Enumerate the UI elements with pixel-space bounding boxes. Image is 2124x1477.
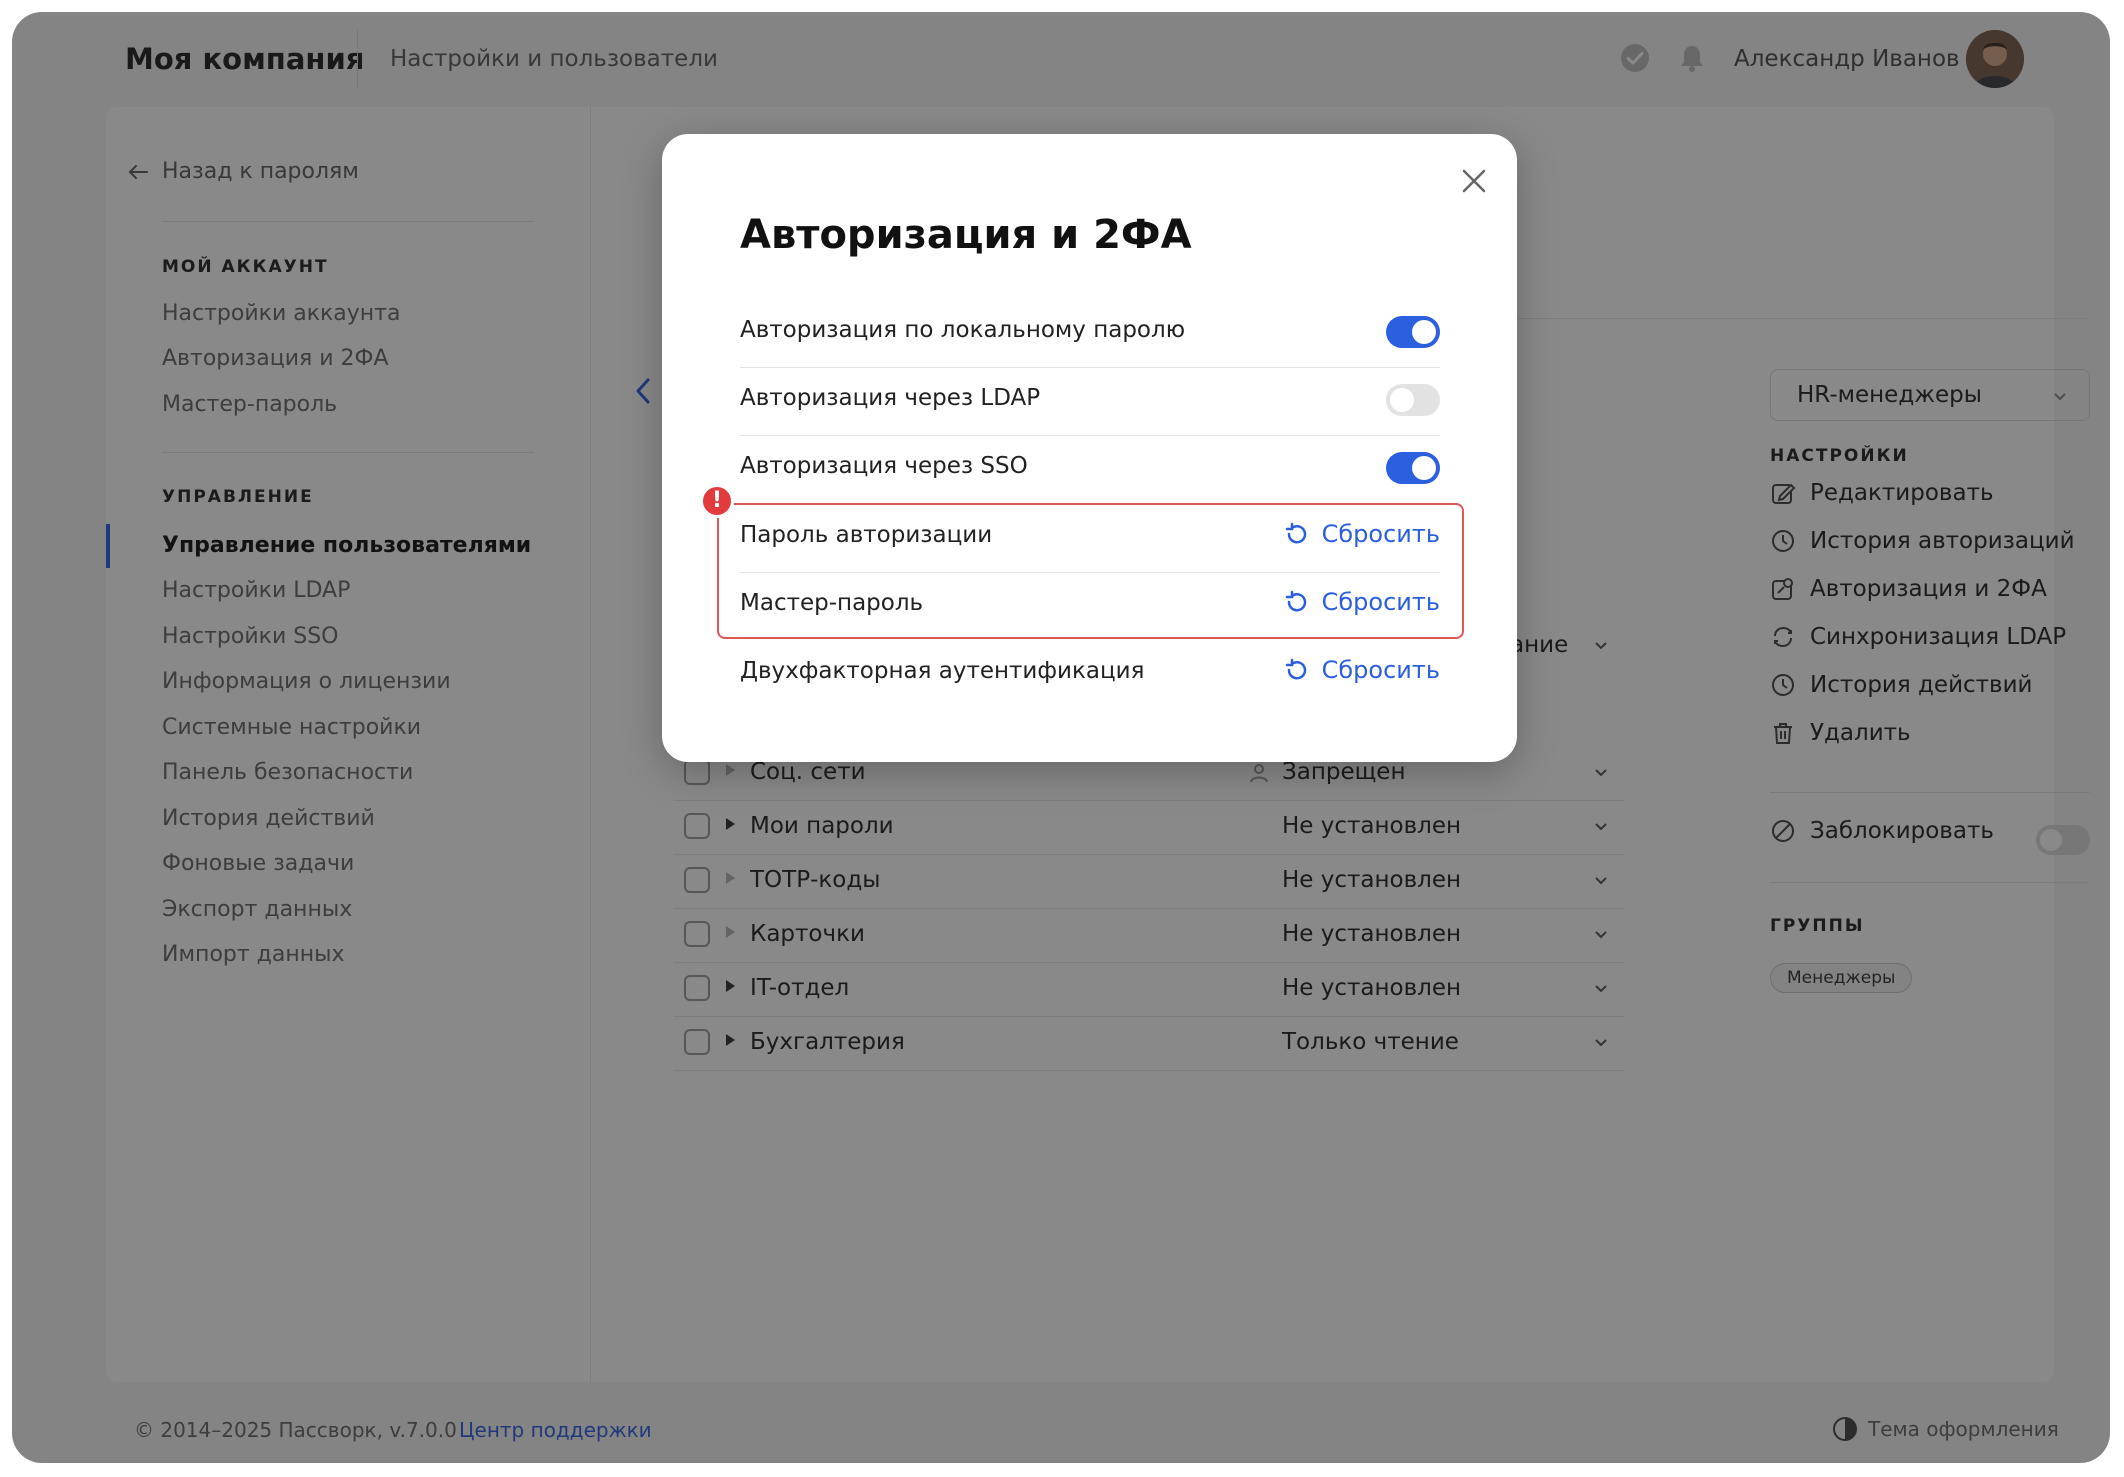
reset-master-password-button[interactable]: Сбросить [1284, 588, 1440, 616]
modal-title: Авторизация и 2ФА [740, 212, 1192, 258]
toggle-label: Авторизация через LDAP [740, 385, 1041, 411]
reset-label: Двухфакторная аутентификация [740, 658, 1145, 684]
local-password-row: Авторизация по локальному паролю [740, 299, 1440, 368]
two-factor-row: Двухфакторная аутентификация Сбросить [740, 640, 1440, 708]
app-window: Моя компания Настройки и пользователи Ал… [12, 12, 2110, 1463]
ldap-auth-toggle[interactable] [1386, 384, 1440, 416]
reset-icon [1285, 522, 1306, 544]
auth-2fa-modal: Авторизация и 2ФА Авторизация по локальн… [662, 134, 1517, 762]
reset-auth-password-button[interactable]: Сбросить [1284, 520, 1440, 548]
sso-auth-toggle[interactable] [1386, 452, 1440, 484]
auth-password-row: Пароль авторизации Сбросить [740, 504, 1440, 573]
local-password-toggle[interactable] [1386, 316, 1440, 348]
reset-label: Пароль авторизации [740, 522, 993, 548]
reset-icon [1285, 590, 1306, 612]
alert-badge: ! [700, 484, 734, 518]
master-password-row: Мастер-пароль Сбросить [740, 572, 1440, 640]
sso-auth-row: Авторизация через SSO [740, 435, 1440, 503]
toggle-label: Авторизация по локальному паролю [740, 317, 1186, 343]
reset-icon [1285, 658, 1306, 680]
reset-label: Мастер-пароль [740, 590, 924, 616]
reset-2fa-button[interactable]: Сбросить [1284, 656, 1440, 684]
reset-button-label: Сбросить [1321, 520, 1440, 548]
reset-button-label: Сбросить [1321, 656, 1440, 684]
ldap-auth-row: Авторизация через LDAP [740, 367, 1440, 436]
toggle-label: Авторизация через SSO [740, 453, 1028, 479]
reset-button-label: Сбросить [1321, 588, 1440, 616]
close-icon[interactable] [1457, 164, 1491, 198]
